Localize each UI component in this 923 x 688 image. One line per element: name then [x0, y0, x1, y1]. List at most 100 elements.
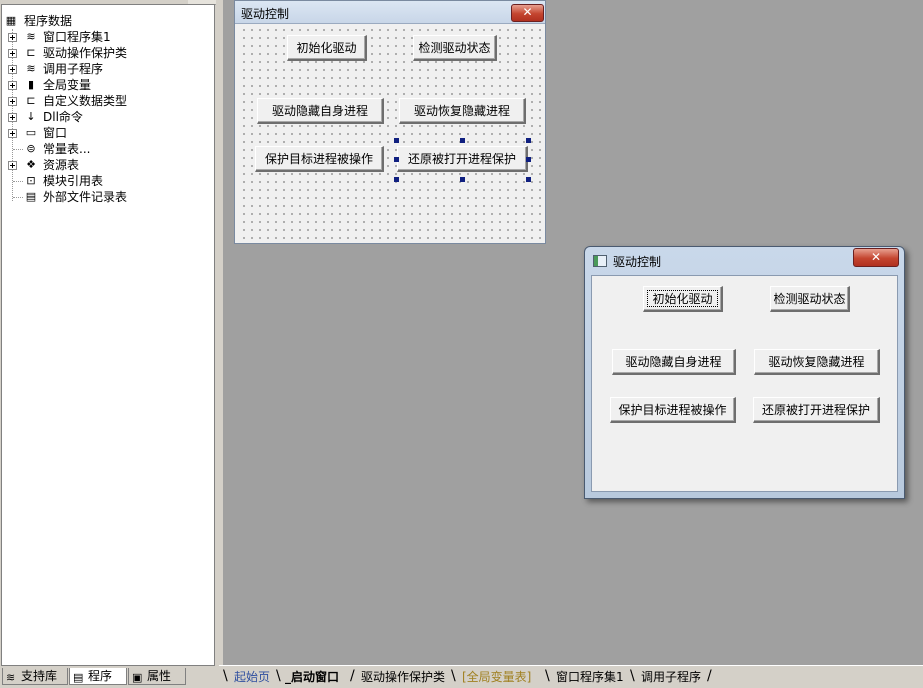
tree-item-driver-class[interactable]: ⊏ 驱动操作保护类 — [2, 45, 202, 61]
design-check-driver-button[interactable]: 检测驱动状态 — [413, 35, 497, 61]
design-form[interactable]: 驱动控制 ✕ 初始化驱动 检测驱动状态 驱动隐藏自身进程 驱动恢复隐藏进程 保护… — [234, 0, 546, 244]
tab-label: 支持库 — [21, 669, 58, 683]
constant-icon: ⊜ — [26, 142, 36, 155]
design-form-title: 驱动控制 — [241, 7, 290, 21]
selection-handle[interactable] — [526, 177, 531, 182]
design-restore-open-protect-button[interactable]: 还原被打开进程保护 — [397, 146, 528, 172]
tree-item-label: 外部文件记录表 — [43, 190, 128, 204]
tree-branch-line — [13, 197, 23, 198]
selection-handle[interactable] — [394, 157, 399, 162]
selection-handle[interactable] — [526, 138, 531, 143]
tree-item-label: 窗口 — [43, 126, 68, 140]
close-icon[interactable]: ✕ — [853, 248, 899, 267]
window-icon: ▭ — [25, 126, 37, 139]
selection-handle[interactable] — [460, 138, 465, 143]
tab-separator: / — [350, 668, 355, 684]
tab-separator: \ — [630, 668, 635, 684]
design-init-driver-button[interactable]: 初始化驱动 — [287, 35, 367, 61]
class-icon: ⊏ — [26, 94, 36, 107]
tab-properties[interactable]: ▣ 属性 — [128, 668, 186, 685]
tree-root-label: 程序数据 — [24, 14, 73, 28]
tab-global-vars[interactable]: [全局变量表] — [462, 669, 531, 686]
selection-handle[interactable] — [394, 177, 399, 182]
tree-item-window-assembly[interactable]: ≋ 窗口程序集1 — [2, 29, 202, 45]
expand-icon[interactable] — [8, 65, 17, 74]
tree-item-dll-commands[interactable]: ↓ Dll命令 — [2, 109, 202, 125]
file-icon: ▤ — [25, 190, 37, 203]
restore-hidden-button[interactable]: 驱动恢复隐藏进程 — [754, 349, 880, 375]
tab-label: 程序 — [88, 669, 113, 683]
tree-item-label: 调用子程序 — [43, 62, 104, 76]
property-icon: ▣ — [132, 671, 143, 684]
program-data-icon: ▦ — [5, 14, 17, 27]
expand-icon[interactable] — [8, 113, 17, 122]
tree-branch-line — [13, 149, 23, 150]
tab-separator: \ — [545, 668, 550, 684]
expand-icon[interactable] — [8, 33, 17, 42]
restore-open-protect-button[interactable]: 还原被打开进程保护 — [753, 397, 880, 423]
design-form-titlebar[interactable]: 驱动控制 ✕ — [235, 1, 545, 24]
init-driver-button[interactable]: 初始化驱动 — [643, 286, 723, 312]
module-icon: ⊡ — [26, 174, 36, 187]
tab-startup-window[interactable]: _启动窗口 — [285, 669, 339, 686]
expand-icon[interactable] — [8, 97, 17, 106]
stack-icon: ≋ — [26, 62, 36, 75]
tree-item-label: Dll命令 — [43, 110, 83, 124]
resource-icon: ❖ — [26, 158, 36, 171]
program-tree[interactable]: ▦ 程序数据 ≋ 窗口程序集1 ⊏ 驱动操作保护类 ≋ 调用子程序 ▮ 全局变量… — [1, 4, 215, 666]
tab-label: 属性 — [147, 669, 172, 683]
tab-window-assembly[interactable]: 窗口程序集1 — [556, 669, 624, 686]
focus-rect — [647, 290, 718, 307]
runtime-window[interactable]: 驱动控制 ✕ 初始化驱动 检测驱动状态 驱动隐藏自身进程 驱动恢复隐藏进程 保护… — [584, 246, 905, 499]
check-driver-button[interactable]: 检测驱动状态 — [770, 286, 850, 312]
runtime-window-client: 初始化驱动 检测驱动状态 驱动隐藏自身进程 驱动恢复隐藏进程 保护目标进程被操作… — [591, 275, 898, 492]
selection-handle[interactable] — [526, 157, 531, 162]
tree-item-custom-types[interactable]: ⊏ 自定义数据类型 — [2, 93, 202, 109]
expand-icon[interactable] — [8, 81, 17, 90]
dll-icon: ↓ — [26, 110, 36, 123]
tab-driver-class[interactable]: 驱动操作保护类 — [361, 669, 445, 686]
tree-branch-line — [13, 181, 23, 182]
stack-icon: ≋ — [26, 30, 36, 43]
tree-item-windows[interactable]: ▭ 窗口 — [2, 125, 202, 141]
tree-item-global-vars[interactable]: ▮ 全局变量 — [2, 77, 202, 93]
expand-icon[interactable] — [8, 129, 17, 138]
tree-item-label: 驱动操作保护类 — [43, 46, 128, 60]
variable-icon: ▮ — [27, 78, 35, 91]
selection-handle[interactable] — [460, 177, 465, 182]
tree-item-module-refs[interactable]: ⊡ 模块引用表 — [2, 173, 202, 189]
tree-item-label: 自定义数据类型 — [43, 94, 128, 108]
tab-support-library[interactable]: ≋ 支持库 — [2, 668, 68, 685]
tab-subroutine[interactable]: 调用子程序 — [641, 669, 701, 686]
tree-item-resources[interactable]: ❖ 资源表 — [2, 157, 202, 173]
left-panel-tabs: ≋ 支持库 ▤ 程序 ▣ 属性 — [0, 668, 219, 687]
app-icon — [593, 255, 607, 267]
tab-separator: \ — [276, 668, 281, 684]
editor-tab-bar: \ 起始页 \ _启动窗口 / 驱动操作保护类 \ [全局变量表] \ 窗口程序… — [219, 665, 923, 688]
design-form-canvas[interactable]: 初始化驱动 检测驱动状态 驱动隐藏自身进程 驱动恢复隐藏进程 保护目标进程被操作… — [238, 24, 542, 240]
design-restore-hidden-button[interactable]: 驱动恢复隐藏进程 — [399, 98, 526, 124]
tree-item-label: 常量表... — [43, 142, 91, 156]
protect-target-button[interactable]: 保护目标进程被操作 — [610, 397, 736, 423]
tree-item-label: 窗口程序集1 — [43, 30, 111, 44]
tab-separator: / — [707, 668, 712, 684]
tree-item-constants[interactable]: ⊜ 常量表... — [2, 141, 202, 157]
tree-item-subroutine[interactable]: ≋ 调用子程序 — [2, 61, 202, 77]
class-icon: ⊏ — [26, 46, 36, 59]
tree-item-label: 资源表 — [43, 158, 80, 172]
design-hide-process-button[interactable]: 驱动隐藏自身进程 — [257, 98, 384, 124]
tree-item-external-files[interactable]: ▤ 外部文件记录表 — [2, 189, 202, 205]
close-icon[interactable]: ✕ — [511, 4, 544, 22]
left-panel: ▦ 程序数据 ≋ 窗口程序集1 ⊏ 驱动操作保护类 ≋ 调用子程序 ▮ 全局变量… — [0, 0, 219, 687]
design-protect-target-button[interactable]: 保护目标进程被操作 — [255, 146, 384, 172]
expand-icon[interactable] — [8, 49, 17, 58]
tab-separator: \ — [451, 668, 456, 684]
expand-icon[interactable] — [8, 161, 17, 170]
tab-separator: \ — [223, 668, 228, 684]
hide-process-button[interactable]: 驱动隐藏自身进程 — [612, 349, 736, 375]
selection-handle[interactable] — [394, 138, 399, 143]
tab-start-page[interactable]: 起始页 — [234, 669, 270, 686]
tab-program[interactable]: ▤ 程序 — [69, 668, 127, 685]
runtime-window-title: 驱动控制 — [613, 255, 662, 269]
program-icon: ▤ — [73, 671, 84, 684]
